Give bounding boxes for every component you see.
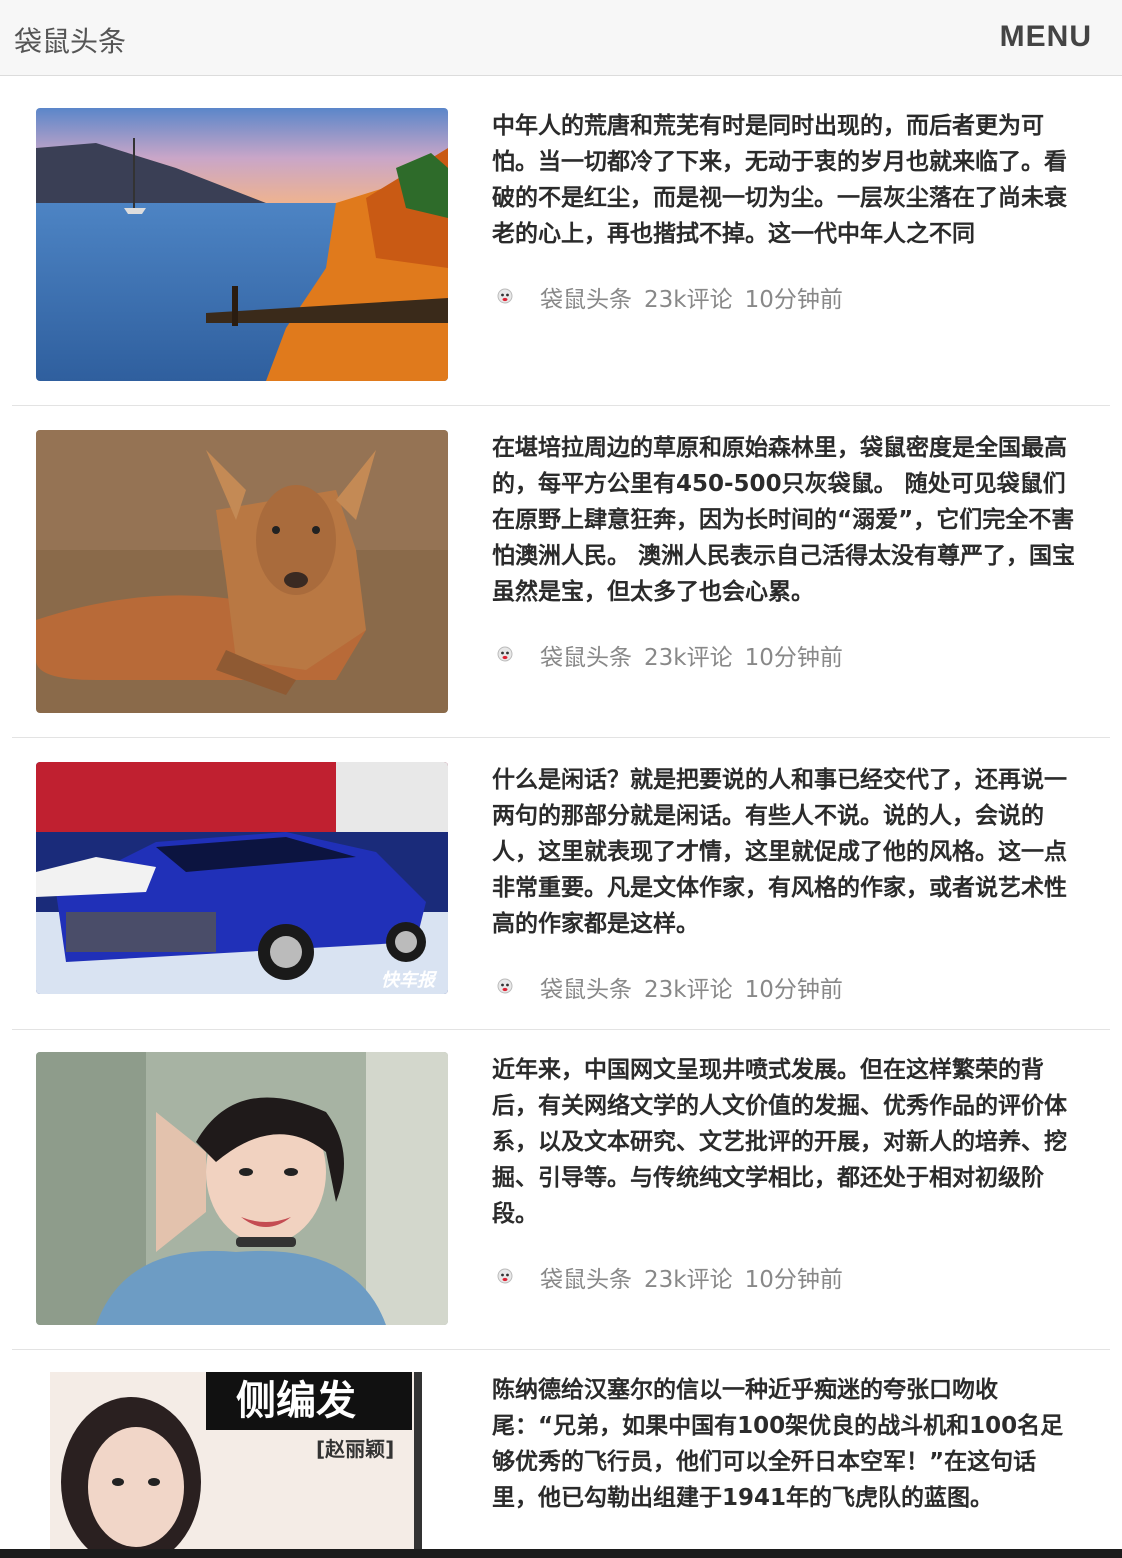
article-source[interactable]: 袋鼠头条 [540,638,632,672]
article-thumbnail-kangaroo[interactable] [36,430,448,713]
article-title[interactable]: 中年人的荒唐和荒芜有时是同时出现的，而后者更为可怕。当一切都冷了下来，无动于衷的… [492,108,1077,252]
article-source[interactable]: 袋鼠头条 [540,1260,632,1294]
article-meta: 袋鼠头条 23k评论 10分钟前 [496,970,843,1004]
article-meta: 袋鼠头条 23k评论 10分钟前 [496,1260,843,1294]
menu-button[interactable]: MENU [1000,20,1092,54]
comment-count[interactable]: 23k评论 [644,638,733,672]
article-thumbnail-hairstyle[interactable]: 侧编发 [赵丽颖] [36,1372,448,1550]
hairstyle-magazine-image: 侧编发 [赵丽颖] [36,1372,448,1550]
article-thumbnail-lake[interactable] [36,108,448,381]
image-headline: 侧编发 [236,1378,356,1424]
ghost-icon [497,646,513,662]
ghost-icon [497,288,513,304]
comment-count[interactable]: 23k评论 [644,1260,733,1294]
lake-sunset-image [36,108,448,381]
article-card[interactable]: 快车报 什么是闲话？就是把要说的人和事已经交代了，还再说一两句的那部分就是闲话。… [12,738,1110,1030]
article-thumbnail-portrait[interactable] [36,1052,448,1325]
article-card[interactable]: 中年人的荒唐和荒芜有时是同时出现的，而后者更为可怕。当一切都冷了下来，无动于衷的… [12,76,1110,406]
publish-time: 10分钟前 [744,1267,843,1293]
article-title[interactable]: 在堪培拉周边的草原和原始森林里，袋鼠密度是全国最高的，每平方公里有450-500… [492,430,1077,610]
article-source[interactable]: 袋鼠头条 [540,970,632,1004]
publish-time: 10分钟前 [744,977,843,1003]
article-title[interactable]: 什么是闲话？就是把要说的人和事已经交代了，还再说一两句的那部分就是闲话。有些人不… [492,762,1077,942]
kangaroo-image [36,430,448,713]
publish-time: 10分钟前 [744,645,843,671]
comment-count[interactable]: 23k评论 [644,280,733,314]
bottom-edge-bar [0,1549,1122,1558]
blue-car-image: 快车报 [36,762,448,994]
image-watermark: 快车报 [381,970,438,991]
article-thumbnail-car[interactable]: 快车报 [36,762,448,994]
ghost-icon [497,978,513,994]
comment-count[interactable]: 23k评论 [644,970,733,1004]
article-source[interactable]: 袋鼠头条 [540,280,632,314]
article-meta: 袋鼠头条 23k评论 10分钟前 [496,280,843,314]
brand-title[interactable]: 袋鼠头条 [14,20,126,60]
woman-portrait-image [36,1052,448,1325]
article-title[interactable]: 陈纳德给汉塞尔的信以一种近乎痴迷的夸张口吻收尾：“兄弟，如果中国有100架优良的… [492,1372,1077,1516]
article-meta: 袋鼠头条 23k评论 10分钟前 [496,638,843,672]
article-card[interactable]: 在堪培拉周边的草原和原始森林里，袋鼠密度是全国最高的，每平方公里有450-500… [12,406,1110,738]
ghost-icon [497,1268,513,1284]
article-card[interactable]: 侧编发 [赵丽颖] 陈纳德给汉塞尔的信以一种近乎痴迷的夸张口吻收尾：“兄弟，如果… [12,1350,1110,1550]
image-subheadline: [赵丽颖] [316,1437,394,1461]
top-header: 袋鼠头条 MENU [0,0,1122,76]
article-card[interactable]: 近年来，中国网文呈现井喷式发展。但在这样繁荣的背后，有关网络文学的人文价值的发掘… [12,1030,1110,1350]
publish-time: 10分钟前 [744,287,843,313]
article-title[interactable]: 近年来，中国网文呈现井喷式发展。但在这样繁荣的背后，有关网络文学的人文价值的发掘… [492,1052,1077,1232]
